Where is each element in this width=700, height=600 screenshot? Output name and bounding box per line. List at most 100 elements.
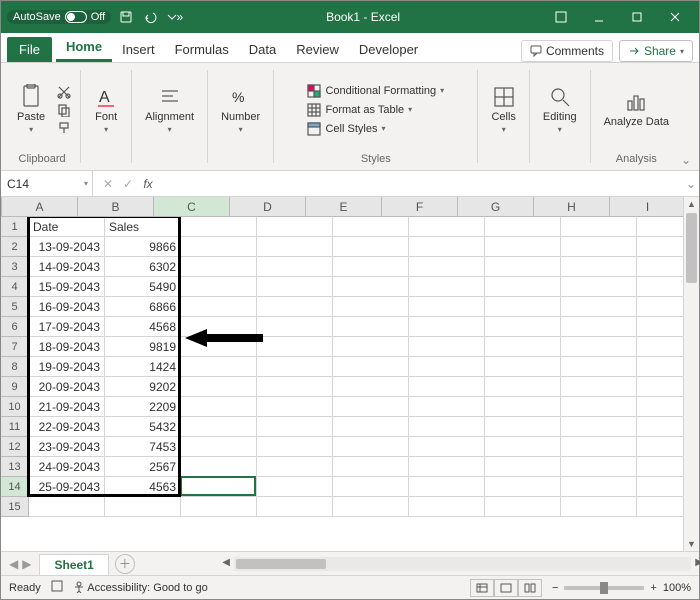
cell-D1[interactable] [257,217,333,237]
column-header-B[interactable]: B [78,197,154,217]
comments-button[interactable]: Comments [521,40,613,62]
sheet-nav-prev-icon[interactable]: ◀ [9,557,18,571]
horizontal-scrollbar[interactable]: ◀ ▶ [234,557,691,571]
scroll-left-icon[interactable]: ◀ [222,557,230,568]
zoom-in-icon[interactable]: + [650,582,656,594]
paste-button[interactable]: Paste ▾ [11,81,51,138]
cut-icon[interactable] [55,85,73,99]
ribbon-options-icon[interactable] [543,3,579,31]
cell-H11[interactable] [561,417,637,437]
cell-H10[interactable] [561,397,637,417]
cell-E8[interactable] [333,357,409,377]
cell-D7[interactable] [257,337,333,357]
tab-developer[interactable]: Developer [349,36,428,62]
row-header-15[interactable]: 15 [1,497,29,517]
cell-H5[interactable] [561,297,637,317]
page-break-view-icon[interactable] [518,579,542,597]
editing-button[interactable]: Editing ▾ [537,81,583,138]
cell-C1[interactable] [181,217,257,237]
cell-C4[interactable] [181,277,257,297]
cell-H4[interactable] [561,277,637,297]
format-painter-icon[interactable] [55,121,73,135]
collapse-ribbon-icon[interactable]: ⌄ [679,66,693,167]
scroll-thumb[interactable] [686,213,697,283]
cell-G1[interactable] [485,217,561,237]
undo-icon[interactable] [141,8,159,26]
close-icon[interactable] [657,3,693,31]
cell-I14[interactable] [637,477,683,497]
cell-E6[interactable] [333,317,409,337]
row-header-2[interactable]: 2 [1,237,29,257]
qat-more-icon[interactable]: » [165,8,183,26]
cell-G12[interactable] [485,437,561,457]
cell-A10[interactable]: 21-09-2043 [29,397,105,417]
tab-review[interactable]: Review [286,36,349,62]
cell-C7[interactable] [181,337,257,357]
tab-home[interactable]: Home [56,33,112,62]
cell-E3[interactable] [333,257,409,277]
column-header-F[interactable]: F [382,197,458,217]
cell-A2[interactable]: 13-09-2043 [29,237,105,257]
cell-H2[interactable] [561,237,637,257]
minimize-icon[interactable] [581,3,617,31]
cell-H8[interactable] [561,357,637,377]
cell-A4[interactable]: 15-09-2043 [29,277,105,297]
cells-button[interactable]: Cells ▾ [485,81,521,138]
cell-I10[interactable] [637,397,683,417]
font-button[interactable]: A Font ▾ [88,81,124,138]
cell-E7[interactable] [333,337,409,357]
cell-B11[interactable]: 5432 [105,417,181,437]
cell-E12[interactable] [333,437,409,457]
cell-B9[interactable]: 9202 [105,377,181,397]
cell-E4[interactable] [333,277,409,297]
zoom-control[interactable]: − + 100% [552,582,691,594]
row-header-14[interactable]: 14 [1,477,29,497]
row-header-7[interactable]: 7 [1,337,29,357]
cell-F4[interactable] [409,277,485,297]
cell-F14[interactable] [409,477,485,497]
cell-D12[interactable] [257,437,333,457]
cell-A15[interactable] [29,497,105,517]
macro-record-icon[interactable] [51,580,63,595]
cell-E13[interactable] [333,457,409,477]
row-header-9[interactable]: 9 [1,377,29,397]
cell-C9[interactable] [181,377,257,397]
cell-D11[interactable] [257,417,333,437]
cell-D9[interactable] [257,377,333,397]
conditional-formatting-button[interactable]: Conditional Formatting ▾ [305,83,446,99]
cell-G14[interactable] [485,477,561,497]
cell-G3[interactable] [485,257,561,277]
cell-I15[interactable] [637,497,683,517]
cell-C5[interactable] [181,297,257,317]
column-header-H[interactable]: H [534,197,610,217]
cell-G2[interactable] [485,237,561,257]
row-header-1[interactable]: 1 [1,217,29,237]
scroll-down-icon[interactable]: ▼ [684,539,699,549]
cell-H13[interactable] [561,457,637,477]
copy-icon[interactable] [55,103,73,117]
cell-B8[interactable]: 1424 [105,357,181,377]
enter-formula-icon[interactable]: ✓ [119,177,137,191]
row-header-6[interactable]: 6 [1,317,29,337]
cell-F3[interactable] [409,257,485,277]
cell-H14[interactable] [561,477,637,497]
cell-E15[interactable] [333,497,409,517]
cell-I6[interactable] [637,317,683,337]
cell-G10[interactable] [485,397,561,417]
fx-icon[interactable]: fx [139,177,157,191]
cell-G9[interactable] [485,377,561,397]
cell-C10[interactable] [181,397,257,417]
vertical-scrollbar[interactable]: ▲ ▼ [683,197,699,551]
cell-E10[interactable] [333,397,409,417]
cell-C2[interactable] [181,237,257,257]
cell-D8[interactable] [257,357,333,377]
cell-I1[interactable] [637,217,683,237]
cell-G8[interactable] [485,357,561,377]
cell-I12[interactable] [637,437,683,457]
tab-formulas[interactable]: Formulas [165,36,239,62]
cell-E1[interactable] [333,217,409,237]
zoom-slider[interactable] [564,586,644,590]
save-icon[interactable] [117,8,135,26]
cancel-formula-icon[interactable]: ✕ [99,177,117,191]
row-header-4[interactable]: 4 [1,277,29,297]
